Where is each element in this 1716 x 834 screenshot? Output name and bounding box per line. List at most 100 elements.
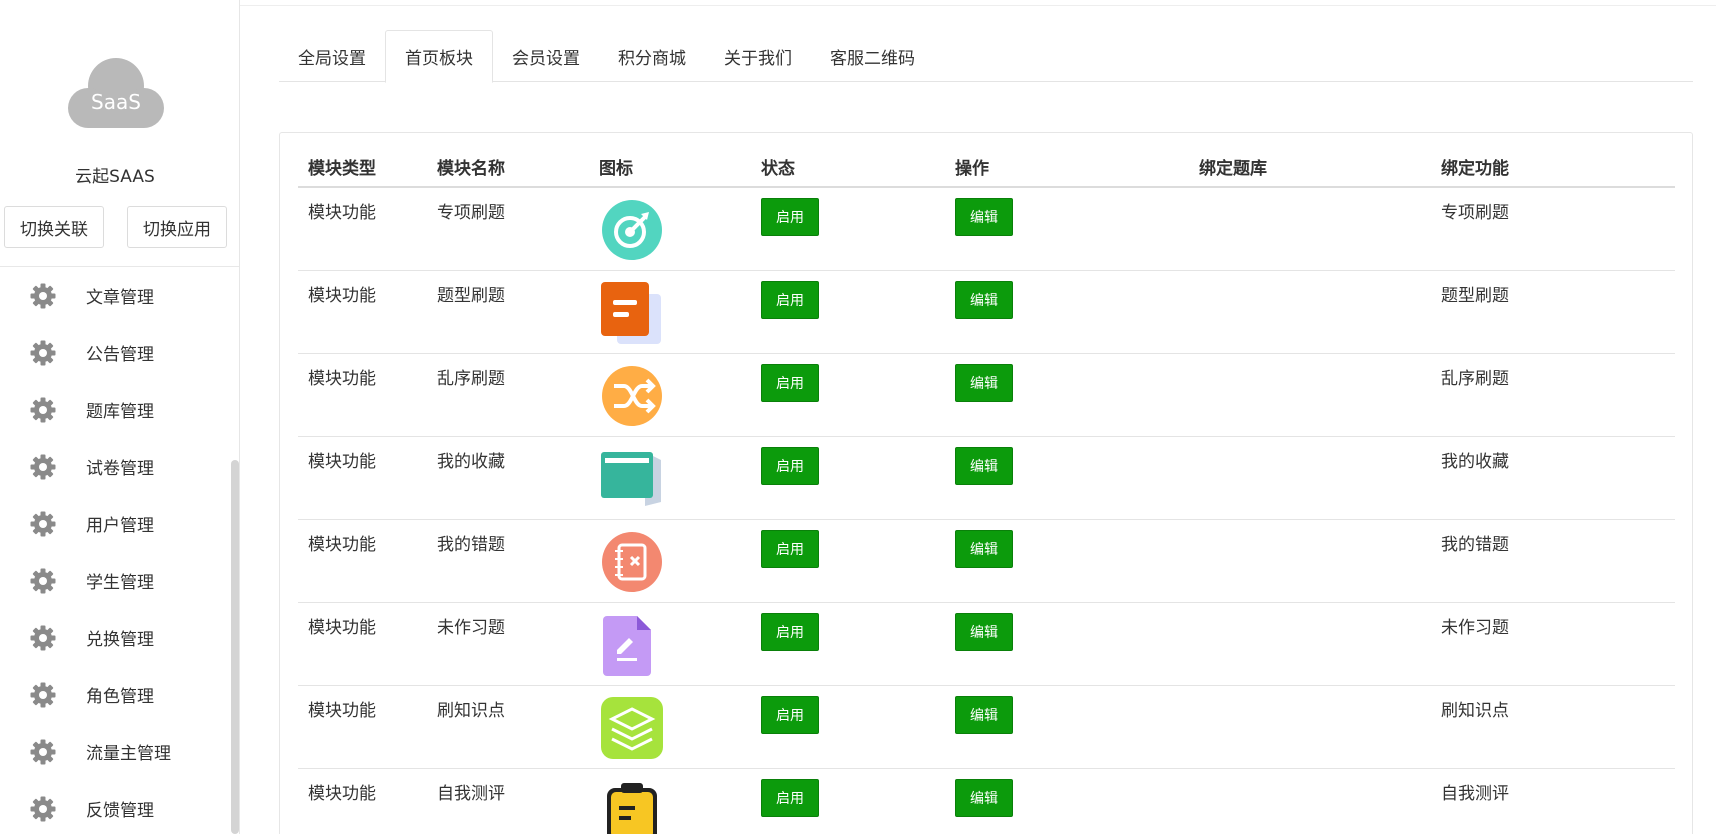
status-cell: 启用: [751, 768, 945, 834]
tab-0[interactable]: 全局设置: [279, 30, 385, 82]
target-icon: [599, 197, 665, 263]
module-name-cell: 我的错题: [427, 519, 589, 603]
sidebar-item[interactable]: 用户管理: [0, 495, 230, 552]
module-name-cell: 未作习题: [427, 602, 589, 686]
tab-3[interactable]: 积分商城: [599, 30, 705, 82]
module-type-cell: 模块功能: [298, 270, 427, 354]
sidebar-item[interactable]: 学生管理: [0, 552, 230, 609]
bound-function-cell: 题型刷题: [1431, 270, 1675, 354]
column-header: 模块名称: [427, 147, 589, 188]
module-type-cell: 模块功能: [298, 187, 427, 271]
bound-bank-cell: [1189, 685, 1431, 769]
gear-icon: [29, 795, 57, 823]
edit-button[interactable]: 编辑: [955, 446, 1013, 485]
tab-5[interactable]: 客服二维码: [811, 30, 934, 82]
sidebar-item[interactable]: 流量主管理: [0, 723, 230, 780]
sidebar-item-label: 公告管理: [86, 345, 154, 365]
gear-icon: [29, 282, 57, 310]
table-row: 模块功能 乱序刷题 启用 编辑 乱序刷题: [298, 353, 1675, 437]
edit-button[interactable]: 编辑: [955, 612, 1013, 651]
module-name-cell: 刷知识点: [427, 685, 589, 769]
sidebar-item[interactable]: 试卷管理: [0, 438, 230, 495]
action-cell: 编辑: [945, 768, 1189, 834]
sidebar-scrollbar[interactable]: [231, 460, 239, 834]
sidebar-item[interactable]: 兑换管理: [0, 609, 230, 666]
tab-4[interactable]: 关于我们: [705, 30, 811, 82]
action-cell: 编辑: [945, 270, 1189, 354]
sidebar-item[interactable]: 角色管理: [0, 666, 230, 723]
edit-button[interactable]: 编辑: [955, 280, 1013, 319]
table-body: 模块功能 专项刷题 启用 编辑 专项刷题 模块功能 题型刷题 启用 编辑 题型刷题 模块功能 乱序刷题…: [298, 187, 1675, 834]
enable-status-button[interactable]: 启用: [761, 778, 819, 817]
edit-button[interactable]: 编辑: [955, 529, 1013, 568]
edit-button[interactable]: 编辑: [955, 778, 1013, 817]
bound-bank-cell: [1189, 353, 1431, 437]
sidebar-item[interactable]: 公告管理: [0, 324, 230, 381]
edit-button[interactable]: 编辑: [955, 695, 1013, 734]
enable-status-button[interactable]: 启用: [761, 446, 819, 485]
sidebar-menu: 文章管理公告管理题库管理 试卷管理用户管理学生管理兑换管理角色管理 流量主管理反馈管…: [0, 267, 230, 834]
module-name-cell: 题型刷题: [427, 270, 589, 354]
bound-bank-cell: [1189, 187, 1431, 271]
action-cell: 编辑: [945, 353, 1189, 437]
gear-icon: [29, 567, 57, 595]
edit-button[interactable]: 编辑: [955, 198, 1013, 236]
module-type-cell: 模块功能: [298, 353, 427, 437]
clipboard-icon: [599, 778, 665, 834]
gear-icon: [29, 510, 57, 538]
org-name: 云起SAAS: [75, 167, 155, 187]
sidebar-item[interactable]: 反馈管理: [0, 780, 230, 834]
table-row: 模块功能 专项刷题 启用 编辑 专项刷题: [298, 187, 1675, 271]
logo-text: SaaS: [91, 90, 141, 114]
sidebar-item[interactable]: 题库管理: [0, 381, 230, 438]
status-cell: 启用: [751, 270, 945, 354]
table-row: 模块功能 未作习题 启用 编辑 未作习题: [298, 602, 1675, 686]
icon-cell: [589, 768, 751, 834]
gear-icon: [29, 339, 57, 367]
bound-function-cell: 我的错题: [1431, 519, 1675, 603]
sidebar-item-label: 反馈管理: [86, 801, 154, 821]
top-divider: [240, 5, 1716, 6]
module-name-cell: 我的收藏: [427, 436, 589, 520]
tab-2[interactable]: 会员设置: [493, 30, 599, 82]
action-cell: 编辑: [945, 602, 1189, 686]
document-stack-icon: [599, 280, 665, 346]
enable-status-button[interactable]: 启用: [761, 198, 819, 236]
status-cell: 启用: [751, 519, 945, 603]
enable-status-button[interactable]: 启用: [761, 612, 819, 651]
enable-status-button[interactable]: 启用: [761, 529, 819, 568]
enable-status-button[interactable]: 启用: [761, 280, 819, 319]
icon-cell: [589, 685, 751, 769]
tab-1[interactable]: 首页板块: [385, 30, 493, 83]
sidebar-item[interactable]: 文章管理: [0, 267, 230, 324]
edit-button[interactable]: 编辑: [955, 363, 1013, 402]
sidebar-item-label: 兑换管理: [86, 630, 154, 650]
bound-function-cell: 专项刷题: [1431, 187, 1675, 271]
sidebar: SaaS 云起SAAS 切换关联 切换应用 文章管理公告管理题库管理 试卷管理用户…: [0, 0, 240, 834]
icon-cell: [589, 187, 751, 271]
status-cell: 启用: [751, 602, 945, 686]
switch-link-button[interactable]: 切换关联: [4, 206, 104, 248]
folder-icon: [599, 446, 665, 512]
gear-icon: [29, 453, 57, 481]
module-name-cell: 专项刷题: [427, 187, 589, 271]
action-cell: 编辑: [945, 187, 1189, 271]
table-row: 模块功能 自我测评 启用 编辑 自我测评: [298, 768, 1675, 834]
module-name-cell: 自我测评: [427, 768, 589, 834]
gear-icon: [29, 738, 57, 766]
switch-app-button[interactable]: 切换应用: [127, 206, 227, 248]
status-cell: 启用: [751, 353, 945, 437]
gear-icon: [29, 396, 57, 424]
bound-bank-cell: [1189, 602, 1431, 686]
bound-function-cell: 刷知识点: [1431, 685, 1675, 769]
sidebar-item-label: 用户管理: [86, 516, 154, 536]
app-root: SaaS 云起SAAS 切换关联 切换应用 文章管理公告管理题库管理 试卷管理用户…: [0, 0, 1716, 834]
column-header: 图标: [589, 147, 751, 188]
bound-bank-cell: [1189, 436, 1431, 520]
bound-bank-cell: [1189, 768, 1431, 834]
action-cell: 编辑: [945, 519, 1189, 603]
column-header: 操作: [945, 147, 1189, 188]
enable-status-button[interactable]: 启用: [761, 363, 819, 402]
gear-icon: [29, 681, 57, 709]
enable-status-button[interactable]: 启用: [761, 695, 819, 734]
